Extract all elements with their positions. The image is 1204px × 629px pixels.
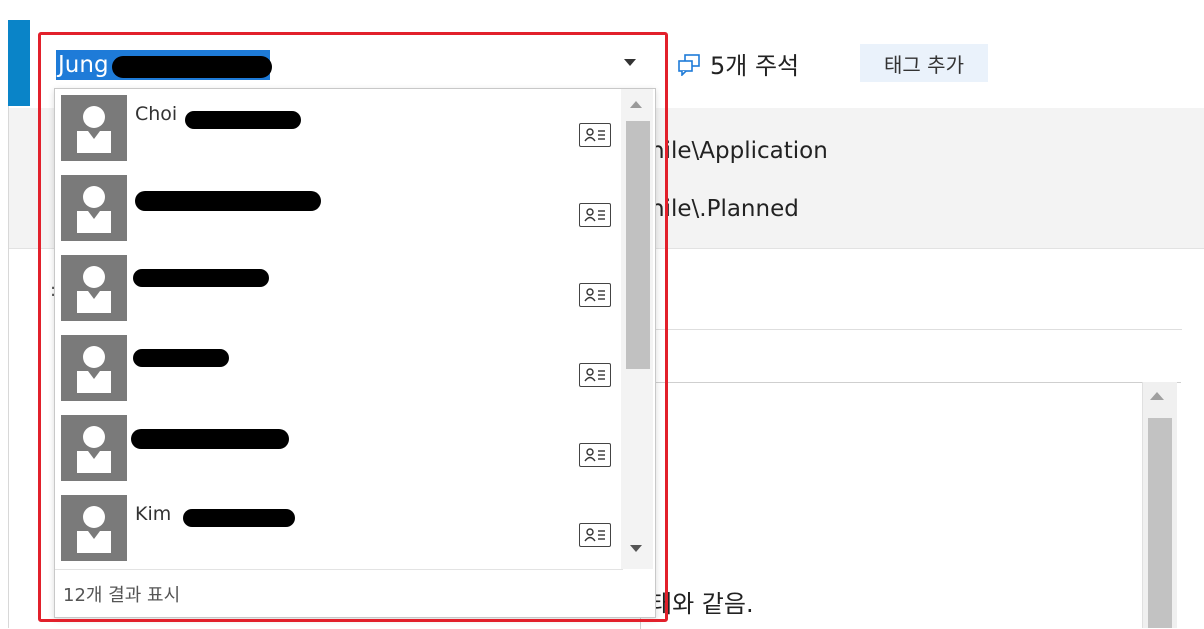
person-avatar-icon <box>61 495 127 561</box>
people-dropdown: Choi Kim 12개 결과 표시 <box>54 88 656 618</box>
redaction <box>183 509 295 527</box>
redaction <box>133 349 229 367</box>
person-avatar-icon <box>61 255 127 321</box>
dropdown-arrow-icon[interactable] <box>624 59 636 66</box>
list-item[interactable]: Kim <box>55 489 615 567</box>
contact-card-icon[interactable] <box>579 123 611 147</box>
list-item[interactable] <box>55 409 615 487</box>
dropdown-scroll-thumb[interactable] <box>626 121 650 369</box>
contact-card-icon[interactable] <box>579 523 611 547</box>
scroll-down-icon[interactable] <box>630 545 642 552</box>
redaction <box>131 429 289 449</box>
accent-bar <box>8 20 30 106</box>
redaction <box>185 111 301 129</box>
contact-card-icon[interactable] <box>579 203 611 227</box>
dropdown-scrollbar[interactable] <box>621 89 653 569</box>
results-count: 12개 결과 표시 <box>63 585 181 606</box>
contact-card-icon[interactable] <box>579 443 611 467</box>
list-item[interactable] <box>55 169 615 247</box>
textarea-scroll-thumb[interactable] <box>1148 418 1172 628</box>
annotations-link[interactable]: 5개 주석 <box>676 46 799 81</box>
dropdown-separator <box>55 569 623 570</box>
path-text-1: nile\Application <box>650 138 828 164</box>
scroll-up-icon[interactable] <box>630 101 642 108</box>
contact-card-icon[interactable] <box>579 283 611 307</box>
comment-icon <box>676 52 702 77</box>
textarea-text: 태와 같음. <box>650 590 754 618</box>
divider <box>640 329 1182 330</box>
contact-card-icon[interactable] <box>579 363 611 387</box>
path-text-2: nile\.Planned <box>650 196 799 222</box>
add-tag-button[interactable]: 태그 추가 <box>860 44 988 82</box>
scroll-up-icon[interactable] <box>1150 392 1164 400</box>
person-avatar-icon <box>61 95 127 161</box>
list-item[interactable] <box>55 249 615 327</box>
person-name: Choi <box>135 103 178 125</box>
person-name: Kim <box>135 503 172 525</box>
list-item[interactable] <box>55 329 615 407</box>
person-avatar-icon <box>61 415 127 481</box>
redaction <box>135 191 321 211</box>
person-avatar-icon <box>61 175 127 241</box>
people-picker-input[interactable]: Jung <box>46 40 654 86</box>
annotations-label: 5개 주석 <box>710 52 800 80</box>
redaction <box>112 56 272 78</box>
list-item[interactable]: Choi <box>55 89 615 167</box>
redaction <box>133 269 269 287</box>
person-avatar-icon <box>61 335 127 401</box>
